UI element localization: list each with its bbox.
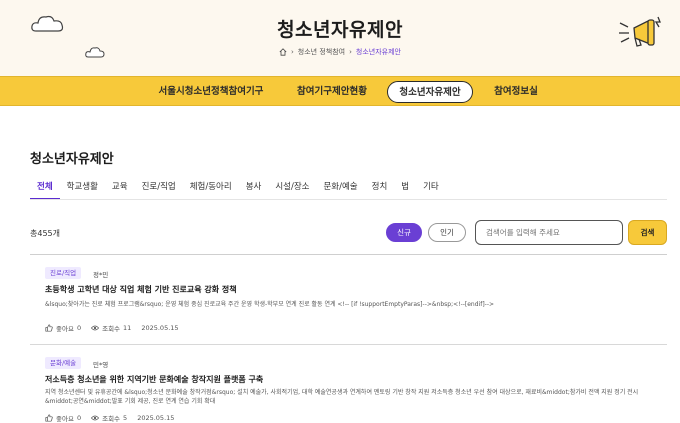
views-count: 5	[123, 414, 128, 422]
sort-popular-button[interactable]: 인기	[428, 223, 466, 242]
eye-icon	[91, 415, 100, 421]
post-title[interactable]: 초등학생 고학년 대상 직업 체험 기반 진로교육 강화 정책	[45, 284, 237, 295]
nav-item-proposal-status[interactable]: 참여기구제안현황	[288, 81, 376, 103]
tab-career[interactable]: 진로/직업	[135, 178, 183, 200]
likes-label: 좋아요	[56, 415, 74, 423]
search-input[interactable]	[475, 220, 623, 245]
list-item[interactable]: 진로/직업 정*민 초등학생 고학년 대상 직업 체험 기반 진로교육 강화 정…	[30, 255, 667, 345]
breadcrumb-item[interactable]: 청소년 정책참여	[298, 47, 345, 57]
post-title[interactable]: 저소득층 청소년을 위한 지역기반 문화예술 창작지원 플랫폼 구축	[45, 374, 263, 385]
tab-facility[interactable]: 시설/장소	[268, 178, 316, 200]
tab-experience-club[interactable]: 체험/동아리	[183, 178, 239, 200]
views-count: 11	[123, 324, 132, 332]
eye-icon	[91, 325, 100, 331]
tab-other[interactable]: 기타	[416, 178, 446, 200]
total-count: 총455개	[30, 229, 60, 238]
nav-item-info-room[interactable]: 참여정보실	[486, 81, 546, 103]
home-icon[interactable]	[279, 48, 287, 56]
breadcrumb: › 청소년 정책참여 › 청소년자유제안	[0, 47, 680, 57]
tab-school-life[interactable]: 학교생활	[60, 178, 105, 200]
views-label: 조회수	[102, 325, 121, 333]
page-title: 청소년자유제안	[277, 19, 403, 41]
tabs-divider	[30, 199, 667, 200]
tab-politics[interactable]: 정치	[365, 178, 395, 200]
main-nav: 서울시청소년정책참여기구 참여기구제안현황 청소년자유제안 참여정보실	[0, 76, 680, 106]
thumbs-up-icon[interactable]	[45, 324, 53, 332]
chevron-right-icon: ›	[349, 48, 352, 56]
tab-volunteer[interactable]: 봉사	[239, 178, 269, 200]
breadcrumb-current[interactable]: 청소년자유제안	[356, 47, 401, 57]
post-date: 2025.05.15	[141, 324, 179, 332]
tab-all[interactable]: 전체	[30, 178, 60, 200]
tab-law[interactable]: 법	[394, 178, 416, 200]
author-name: 민*영	[93, 361, 109, 369]
post-meta: 좋아요 0 조회수 5 2025.05.15	[45, 413, 174, 423]
likes-count: 0	[76, 414, 82, 422]
views-label: 조회수	[102, 415, 121, 423]
category-badge: 문화/예술	[45, 357, 82, 369]
author-name: 정*민	[93, 271, 109, 279]
post-date: 2025.05.15	[137, 414, 175, 422]
category-tabs: 전체 학교생활 교육 진로/직업 체험/동아리 봉사 시설/장소 문화/예술 정…	[30, 178, 446, 200]
nav-item-free-proposal[interactable]: 청소년자유제안	[387, 81, 473, 103]
chevron-right-icon: ›	[290, 48, 294, 56]
likes-count: 0	[76, 324, 82, 332]
nav-item-youth-policy-body[interactable]: 서울시청소년정책참여기구	[150, 81, 272, 103]
category-badge: 진로/직업	[45, 267, 82, 279]
post-summary: &lsquo;찾아가는 진로 체험 프로그램&rsquo; 운영 체험 중심 진…	[45, 301, 495, 308]
sort-new-button[interactable]: 신규	[386, 223, 422, 242]
tab-education[interactable]: 교육	[105, 178, 135, 200]
post-meta: 좋아요 0 조회수 11 2025.05.15	[45, 323, 179, 333]
megaphone-icon	[619, 16, 661, 47]
search-button[interactable]: 검색	[628, 220, 667, 245]
likes-label: 좋아요	[56, 325, 74, 333]
thumbs-up-icon[interactable]	[45, 414, 53, 422]
page-hero: 청소년자유제안 › 청소년 정책참여 › 청소년자유제안	[0, 0, 680, 76]
tab-culture-art[interactable]: 문화/예술	[316, 178, 364, 200]
post-summary: 지역 청소년센터 및 유휴공간에 &lsquo;청소년 문화예술 창작거점&rs…	[45, 389, 639, 405]
section-title: 청소년자유제안	[30, 152, 114, 167]
list-item[interactable]: 문화/예술 민*영 저소득층 청소년을 위한 지역기반 문화예술 창작지원 플랫…	[30, 345, 667, 423]
